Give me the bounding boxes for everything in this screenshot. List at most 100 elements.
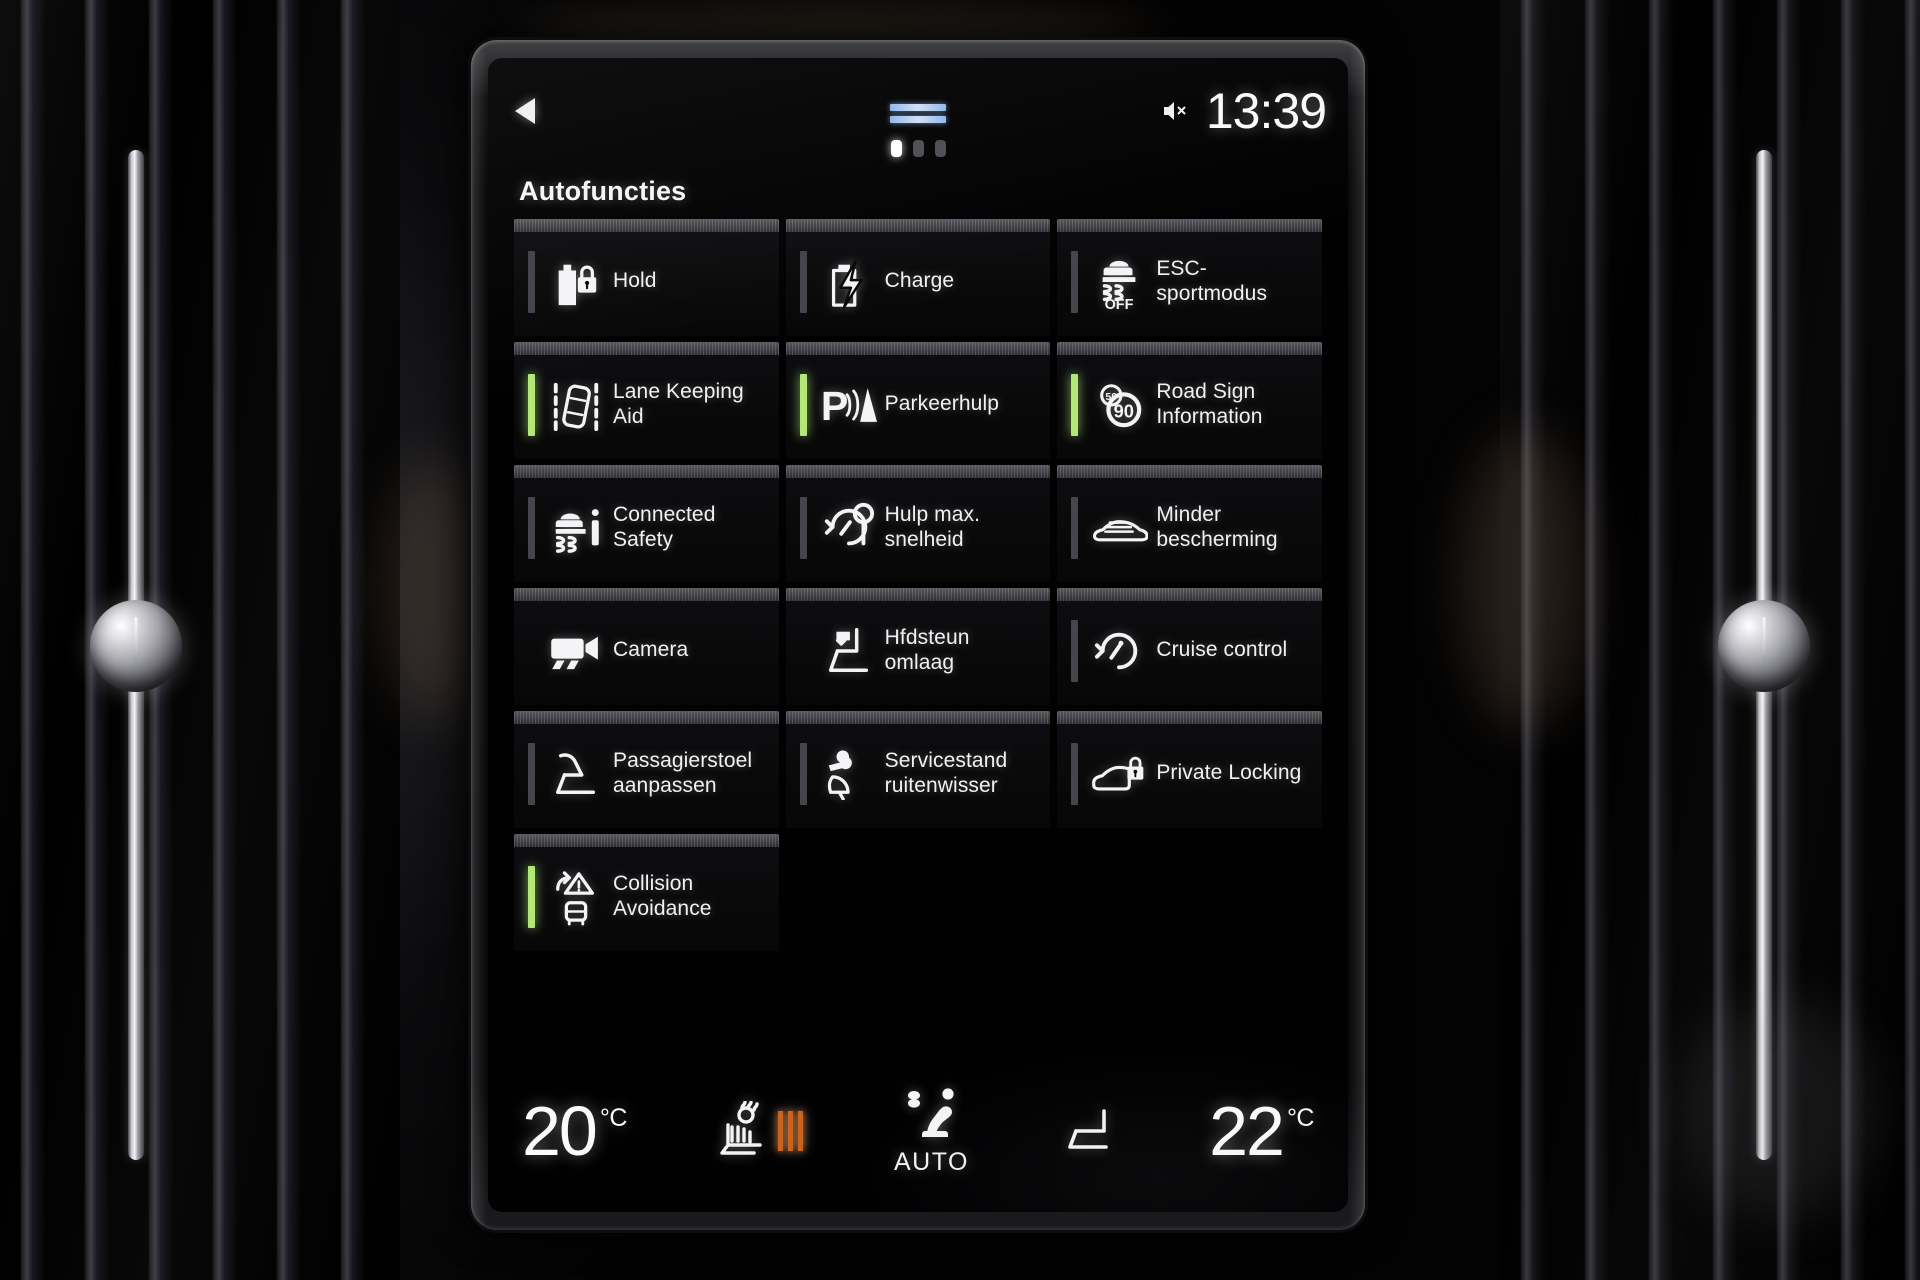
- svg-text:P: P: [821, 382, 848, 428]
- tile-label: Hulp max. snelheid: [884, 502, 981, 551]
- tile-road-sign-information[interactable]: 50 90 Road Sign Information: [1057, 342, 1322, 459]
- fan-seat-airflow-icon: [901, 1085, 963, 1146]
- tile-label: Camera: [613, 638, 689, 662]
- tile-hulp-max-snelheid[interactable]: Hulp max. snelheid: [785, 465, 1051, 582]
- svg-text:OFF: OFF: [1105, 296, 1134, 309]
- speed-limiter-icon: [819, 497, 877, 559]
- vent-slider-rod-right-lower[interactable]: [1756, 680, 1772, 1160]
- bezel-gloss-left: [471, 40, 487, 1230]
- tile-label: Lane Keeping Aid: [613, 379, 744, 428]
- driver-temperature-value: 20: [522, 1091, 598, 1170]
- tile-charge[interactable]: Charge: [785, 219, 1051, 336]
- battery-lock-icon: [547, 251, 605, 313]
- headrest-down-icon: [819, 620, 877, 682]
- tile-camera[interactable]: Camera: [514, 588, 779, 705]
- tile-servicestand-ruitenwisser[interactable]: Servicestand ruitenwisser: [785, 711, 1051, 828]
- speaker-mute-icon[interactable]: [1162, 98, 1190, 124]
- tile-label: Passagierstoel aanpassen: [613, 748, 753, 797]
- tile-hold[interactable]: Hold: [514, 219, 779, 336]
- vent-slider-rod-left-lower[interactable]: [128, 680, 144, 1160]
- tile-status-bar: [528, 742, 535, 805]
- camera-icon: [547, 620, 605, 682]
- lane-keeping-aid-icon: [547, 374, 605, 436]
- tile-lane-keeping-aid[interactable]: Lane Keeping Aid: [514, 342, 779, 459]
- page-indicator[interactable]: [488, 136, 1348, 160]
- passenger-seat-button[interactable]: [1060, 1105, 1118, 1158]
- page-dot-1[interactable]: [890, 139, 902, 157]
- tile-status-bar: [800, 620, 807, 682]
- tile-status-bar: [799, 742, 807, 805]
- connected-safety-icon: [547, 497, 605, 559]
- heated-seat-icon: [718, 1099, 770, 1162]
- private-locking-icon: [1090, 743, 1148, 805]
- tile-label: Connected Safety: [613, 502, 716, 551]
- collision-avoidance-icon: [547, 866, 605, 928]
- center-display-bezel: 13:39 Autofuncties Hold Charge OFF ESC-s…: [471, 40, 1365, 1230]
- tile-label: Collision Avoidance: [613, 871, 712, 920]
- tile-private-locking[interactable]: Private Locking: [1057, 711, 1322, 828]
- vent-control-knob-left[interactable]: [90, 600, 182, 692]
- tile-label: Hfdsteun omlaag: [884, 625, 970, 674]
- svg-text:90: 90: [1114, 400, 1134, 421]
- tile-empty-slot: [1057, 834, 1322, 951]
- tile-label: Servicestand ruitenwisser: [884, 748, 1008, 797]
- tile-label: Road Sign Information: [1156, 379, 1263, 428]
- function-tile-grid: Hold Charge OFF ESC-sportmodus Lane Keep…: [514, 219, 1322, 951]
- driver-temperature[interactable]: 20 °C: [522, 1091, 628, 1170]
- tile-label: Charge: [884, 269, 955, 293]
- tile-esc-sportmodus[interactable]: OFF ESC-sportmodus: [1057, 219, 1322, 336]
- driver-seat-heat-button[interactable]: [718, 1099, 803, 1162]
- back-arrow-icon[interactable]: [515, 98, 535, 124]
- tile-status-bar: [799, 250, 807, 313]
- tile-hfdsteun-omlaag[interactable]: Hfdsteun omlaag: [785, 588, 1051, 705]
- battery-charge-icon: [819, 251, 877, 313]
- drag-handle-icon[interactable]: [890, 104, 946, 123]
- passenger-temperature-value: 22: [1209, 1091, 1285, 1170]
- tile-status-bar: [528, 620, 535, 682]
- cruise-control-icon: [1090, 620, 1148, 682]
- tile-status-bar: [1071, 250, 1079, 313]
- climate-bar: 20 °C AUTO 22 °C: [488, 1072, 1348, 1190]
- bezel-gloss-right: [1349, 40, 1365, 1230]
- tile-status-bar: [528, 865, 535, 928]
- page-dot-3[interactable]: [934, 139, 946, 157]
- tile-empty-slot: [786, 834, 1051, 951]
- passenger-seat-heat-icon: [1060, 1105, 1118, 1158]
- page-title: Autofuncties: [519, 176, 687, 206]
- air-vent-left: [0, 0, 400, 1280]
- status-bar-right: 13:39: [1162, 83, 1327, 139]
- tile-status-bar: [799, 496, 807, 559]
- tile-label: ESC-sportmodus: [1156, 256, 1268, 305]
- tile-connected-safety[interactable]: Connected Safety: [514, 465, 779, 582]
- tile-cruise-control[interactable]: Cruise control: [1057, 588, 1322, 705]
- vent-slider-rod-left-upper[interactable]: [128, 150, 144, 620]
- tile-passagierstoel-aanpassen[interactable]: Passagierstoel aanpassen: [514, 711, 779, 828]
- passenger-temperature-unit: °C: [1286, 1103, 1315, 1132]
- tile-status-bar: [528, 496, 535, 559]
- tile-minder-bescherming[interactable]: Minder bescherming: [1057, 465, 1322, 582]
- dashboard-scene: 13:39 Autofuncties Hold Charge OFF ESC-s…: [0, 0, 1920, 1280]
- tile-label: Cruise control: [1156, 638, 1288, 662]
- tile-status-bar: [1071, 373, 1079, 436]
- auto-climate-button[interactable]: AUTO: [894, 1085, 969, 1177]
- infotainment-screen: 13:39 Autofuncties Hold Charge OFF ESC-s…: [488, 58, 1348, 1212]
- tile-status-bar: [528, 250, 535, 313]
- tile-collision-avoidance[interactable]: Collision Avoidance: [514, 834, 779, 951]
- esc-off-icon: OFF: [1090, 251, 1148, 313]
- vent-slider-rod-right-upper[interactable]: [1756, 150, 1772, 620]
- auto-climate-label: AUTO: [894, 1148, 969, 1176]
- vent-control-knob-right[interactable]: [1718, 600, 1810, 692]
- tile-label: Minder bescherming: [1156, 502, 1278, 551]
- clock: 13:39: [1205, 83, 1327, 139]
- tile-parkeerhulp[interactable]: P Parkeerhulp: [785, 342, 1051, 459]
- tile-status-bar: [799, 373, 807, 436]
- tile-status-bar: [1071, 742, 1079, 805]
- tile-label: Parkeerhulp: [884, 392, 999, 416]
- park-assist-icon: P: [819, 374, 877, 436]
- road-sign-90-icon: 50 90: [1090, 374, 1148, 436]
- passenger-temperature[interactable]: 22 °C: [1209, 1091, 1315, 1170]
- tile-status-bar: [1071, 496, 1079, 559]
- driver-temperature-unit: °C: [599, 1103, 628, 1132]
- air-vent-right: [1500, 0, 1920, 1280]
- page-dot-2[interactable]: [912, 139, 924, 157]
